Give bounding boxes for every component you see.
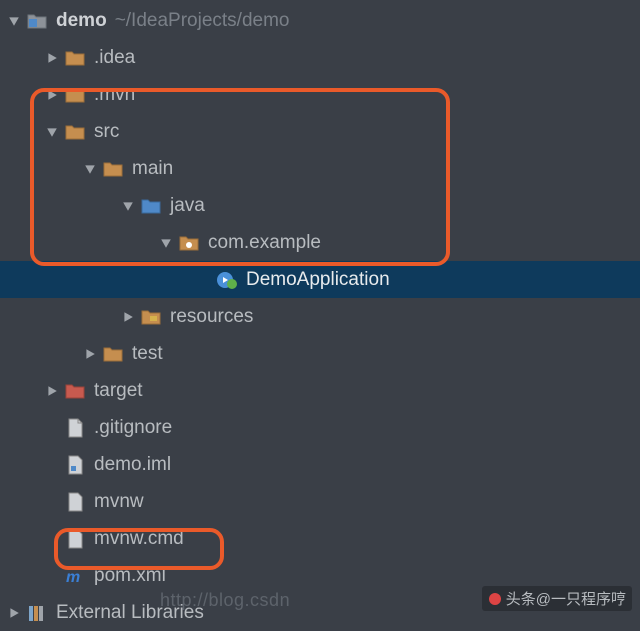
collapse-arrow-icon[interactable]	[6, 605, 22, 621]
tree-row-mvnw[interactable]: mvnw	[0, 483, 640, 520]
tree-label: com.example	[208, 233, 321, 252]
tree-row-package[interactable]: com.example	[0, 224, 640, 261]
tree-label: .idea	[94, 48, 135, 67]
tree-label: demo.iml	[94, 455, 171, 474]
tree-row-mvn[interactable]: .mvn	[0, 76, 640, 113]
source-folder-icon	[140, 195, 162, 217]
tree-label: .mvn	[94, 85, 135, 104]
credit-icon	[488, 592, 502, 606]
svg-text:m: m	[66, 569, 80, 586]
folder-icon	[102, 343, 124, 365]
tree-label: DemoApplication	[246, 270, 390, 289]
module-folder-icon	[26, 10, 48, 32]
tree-label: main	[132, 159, 173, 178]
tree-label: pom.xml	[94, 566, 166, 585]
tree-label: mvnw.cmd	[94, 529, 184, 548]
tree-path-suffix: ~/IdeaProjects/demo	[115, 10, 290, 32]
credit-text: 头条@一只程序哼	[506, 588, 626, 609]
tree-row-iml[interactable]: demo.iml	[0, 446, 640, 483]
tree-label: test	[132, 344, 163, 363]
tree-label: .gitignore	[94, 418, 172, 437]
package-icon	[178, 232, 200, 254]
tree-row-test[interactable]: test	[0, 335, 640, 372]
expand-arrow-icon[interactable]	[44, 124, 60, 140]
tree-row-root[interactable]: demo ~/IdeaProjects/demo	[0, 2, 640, 39]
tree-row-mvnwcmd[interactable]: mvnw.cmd	[0, 520, 640, 557]
resources-folder-icon	[140, 306, 162, 328]
collapse-arrow-icon[interactable]	[44, 87, 60, 103]
tree-row-demoapplication[interactable]: DemoApplication	[0, 261, 640, 298]
collapse-arrow-icon[interactable]	[82, 346, 98, 362]
file-icon	[64, 528, 86, 550]
iml-file-icon	[64, 454, 86, 476]
library-icon	[26, 602, 48, 624]
expand-arrow-icon[interactable]	[120, 198, 136, 214]
tree-row-main[interactable]: main	[0, 150, 640, 187]
folder-icon	[64, 84, 86, 106]
tree-label: resources	[170, 307, 253, 326]
watermark-text: http://blog.csdn	[160, 590, 290, 611]
collapse-arrow-icon[interactable]	[44, 383, 60, 399]
maven-file-icon: m	[64, 565, 86, 587]
tree-row-src[interactable]: src	[0, 113, 640, 150]
tree-label: mvnw	[94, 492, 144, 511]
folder-icon	[64, 47, 86, 69]
tree-label: src	[94, 122, 119, 141]
tree-row-gitignore[interactable]: .gitignore	[0, 409, 640, 446]
spring-run-class-icon	[216, 269, 238, 291]
expand-arrow-icon[interactable]	[6, 13, 22, 29]
credit-badge: 头条@一只程序哼	[482, 586, 632, 611]
collapse-arrow-icon[interactable]	[120, 309, 136, 325]
file-icon	[64, 417, 86, 439]
tree-row-target[interactable]: target	[0, 372, 640, 409]
folder-icon	[102, 158, 124, 180]
tree-row-java[interactable]: java	[0, 187, 640, 224]
file-icon	[64, 491, 86, 513]
tree-row-idea[interactable]: .idea	[0, 39, 640, 76]
folder-icon	[64, 121, 86, 143]
expand-arrow-icon[interactable]	[158, 235, 174, 251]
tree-label: demo	[56, 11, 107, 30]
tree-label: target	[94, 381, 143, 400]
collapse-arrow-icon[interactable]	[44, 50, 60, 66]
tree-label: java	[170, 196, 205, 215]
project-tree[interactable]: demo ~/IdeaProjects/demo .idea .mvn s	[0, 0, 640, 631]
tree-row-resources[interactable]: resources	[0, 298, 640, 335]
excluded-folder-icon	[64, 380, 86, 402]
expand-arrow-icon[interactable]	[82, 161, 98, 177]
